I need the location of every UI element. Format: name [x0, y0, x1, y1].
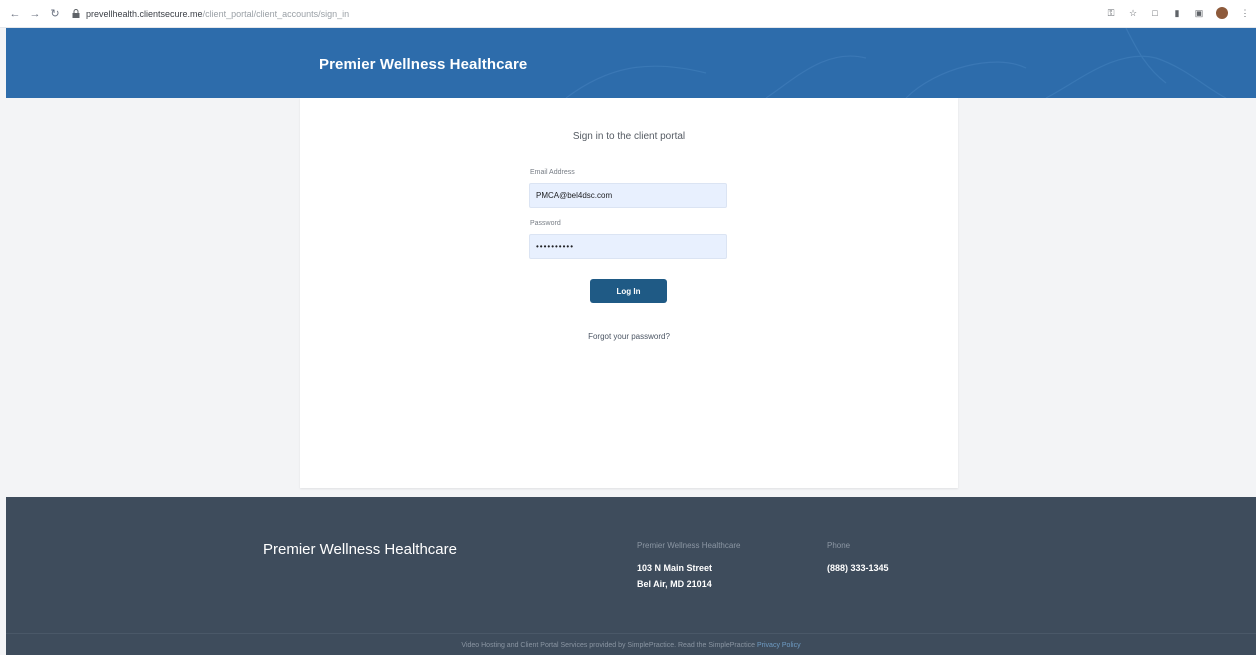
bookmark-icon[interactable]: ▮ [1172, 8, 1182, 18]
footer-divider [6, 633, 1256, 634]
email-field[interactable] [529, 183, 727, 208]
profile-avatar[interactable] [1216, 7, 1228, 19]
browser-toolbar: ← → ↻ prevellhealth.clientsecure.me /cli… [0, 0, 1256, 28]
footer-phone-heading: Phone [827, 541, 851, 550]
privacy-policy-link[interactable]: Privacy Policy [757, 642, 801, 649]
password-label: Password [530, 220, 561, 227]
extension-icon[interactable]: □ [1150, 8, 1160, 18]
forward-arrow-icon[interactable]: → [28, 7, 42, 21]
footer-brand: Premier Wellness Healthcare [263, 541, 457, 558]
extension-bar: ⚿ ☆ □ ▮ ▣ ⋮ [1106, 7, 1250, 19]
url-host: prevellhealth.clientsecure.me [86, 8, 203, 19]
reload-icon[interactable]: ↻ [48, 7, 62, 21]
site-header: Premier Wellness Healthcare [6, 28, 1256, 98]
footer-address-line1: 103 N Main Street [637, 563, 713, 573]
footer-legal: Video Hosting and Client Portal Services… [6, 642, 1256, 649]
lock-icon [72, 9, 80, 18]
key-icon[interactable]: ⚿ [1106, 8, 1116, 18]
email-label: Email Address [530, 169, 575, 176]
footer-address-heading: Premier Wellness Healthcare [637, 541, 741, 550]
site-footer: Premier Wellness Healthcare Premier Well… [6, 497, 1256, 655]
cast-icon[interactable]: ▣ [1194, 8, 1204, 18]
header-brand[interactable]: Premier Wellness Healthcare [319, 56, 527, 73]
footer-phone[interactable]: (888) 333-1345 [827, 563, 889, 573]
kebab-menu-icon[interactable]: ⋮ [1240, 8, 1250, 18]
footer-address-line2: Bel Air, MD 21014 [637, 579, 712, 589]
login-card: Sign in to the client portal Email Addre… [300, 98, 958, 488]
header-decoration [565, 28, 1227, 98]
star-icon[interactable]: ☆ [1128, 8, 1138, 18]
login-button[interactable]: Log In [590, 279, 667, 303]
back-arrow-icon[interactable]: ← [8, 7, 22, 21]
url-path: /client_portal/client_accounts/sign_in [202, 8, 350, 19]
login-title: Sign in to the client portal [572, 131, 686, 142]
password-field[interactable] [529, 234, 727, 259]
forgot-password-link[interactable]: Forgot your password? [300, 332, 958, 341]
footer-legal-text: Video Hosting and Client Portal Services… [461, 642, 756, 649]
address-bar[interactable]: prevellhealth.clientsecure.me /client_po… [72, 9, 349, 19]
